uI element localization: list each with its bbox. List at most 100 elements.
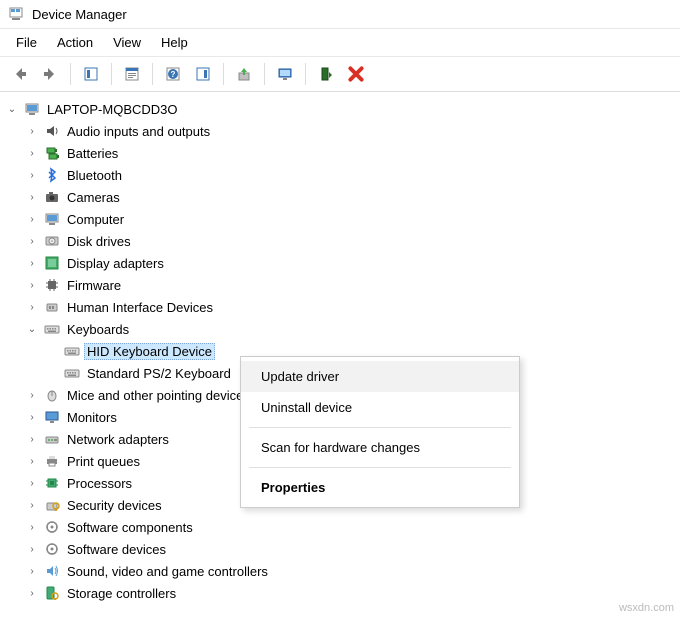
device-tree: ⌄ LAPTOP-MQBCDD3O ›Audio inputs and outp… xyxy=(0,92,680,610)
tree-root[interactable]: ⌄ LAPTOP-MQBCDD3O xyxy=(4,98,676,120)
tree-category[interactable]: › Bluetooth xyxy=(24,164,676,186)
expand-icon[interactable]: › xyxy=(24,390,40,401)
tree-category[interactable]: › Display adapters xyxy=(24,252,676,274)
sound-icon xyxy=(44,563,60,579)
show-hide-console-tree-button[interactable] xyxy=(77,61,105,87)
expand-icon[interactable]: › xyxy=(24,170,40,181)
expand-icon[interactable]: › xyxy=(24,192,40,203)
toolbar-separator xyxy=(111,63,112,85)
expand-icon[interactable]: › xyxy=(24,544,40,555)
tree-category[interactable]: ›Human Interface Devices xyxy=(24,296,676,318)
collapse-icon[interactable]: ⌄ xyxy=(24,324,40,335)
tree-category[interactable]: › Batteries xyxy=(24,142,676,164)
watermark: wsxdn.com xyxy=(619,602,674,614)
expand-icon[interactable]: › xyxy=(24,236,40,247)
tree-category[interactable]: ›Audio inputs and outputs xyxy=(24,120,676,142)
category-label: Bluetooth xyxy=(64,167,125,184)
computer-icon xyxy=(24,101,40,117)
context-menu-uninstall-device[interactable]: Uninstall device xyxy=(241,392,519,423)
network-icon xyxy=(44,431,60,447)
disk-icon xyxy=(44,233,60,249)
expand-icon[interactable]: › xyxy=(24,500,40,511)
expand-icon[interactable]: › xyxy=(24,214,40,225)
tree-category[interactable]: › Sound, video and game controllers xyxy=(24,560,676,582)
context-menu-properties[interactable]: Properties xyxy=(241,472,519,503)
properties-button[interactable] xyxy=(118,61,146,87)
expand-icon[interactable]: › xyxy=(24,302,40,313)
root-label: LAPTOP-MQBCDD3O xyxy=(44,101,181,118)
toolbar-separator xyxy=(152,63,153,85)
menu-action[interactable]: Action xyxy=(47,31,103,54)
expand-icon[interactable]: › xyxy=(24,126,40,137)
tree-category[interactable]: ›Cameras xyxy=(24,186,676,208)
keyboard-icon xyxy=(64,343,80,359)
expand-icon[interactable]: › xyxy=(24,280,40,291)
forward-button[interactable] xyxy=(36,61,64,87)
enable-device-button[interactable] xyxy=(312,61,340,87)
scan-hardware-button[interactable] xyxy=(271,61,299,87)
category-label: Display adapters xyxy=(64,255,167,272)
app-icon xyxy=(8,6,24,22)
expand-icon[interactable]: › xyxy=(24,456,40,467)
tree-category[interactable]: › Storage controllers xyxy=(24,582,676,604)
printer-icon xyxy=(44,453,60,469)
expand-icon[interactable]: › xyxy=(24,258,40,269)
expand-icon[interactable]: › xyxy=(24,588,40,599)
category-label: Mice and other pointing devices xyxy=(64,387,253,404)
category-label: Security devices xyxy=(64,497,165,514)
camera-icon xyxy=(44,189,60,205)
menu-file[interactable]: File xyxy=(6,31,47,54)
menu-help[interactable]: Help xyxy=(151,31,198,54)
title-bar: Device Manager xyxy=(0,0,680,29)
category-label: Storage controllers xyxy=(64,585,179,602)
tree-category[interactable]: ›Firmware xyxy=(24,274,676,296)
bluetooth-icon xyxy=(44,167,60,183)
update-driver-button[interactable] xyxy=(230,61,258,87)
category-label: Software devices xyxy=(64,541,169,558)
expand-icon[interactable]: › xyxy=(24,522,40,533)
category-label: Sound, video and game controllers xyxy=(64,563,271,580)
hid-icon xyxy=(44,299,60,315)
context-menu-scan-hardware[interactable]: Scan for hardware changes xyxy=(241,432,519,463)
tree-category[interactable]: › Software devices xyxy=(24,538,676,560)
expand-icon[interactable]: › xyxy=(24,566,40,577)
context-menu-update-driver[interactable]: Update driver xyxy=(241,361,519,392)
toolbar: ? xyxy=(0,57,680,92)
toolbar-separator xyxy=(223,63,224,85)
speaker-icon xyxy=(44,123,60,139)
device-label: HID Keyboard Device xyxy=(84,343,215,360)
keyboard-icon xyxy=(44,321,60,337)
back-button[interactable] xyxy=(6,61,34,87)
action-pane-button[interactable] xyxy=(189,61,217,87)
category-label: Monitors xyxy=(64,409,120,426)
expand-icon[interactable]: › xyxy=(24,434,40,445)
display-icon xyxy=(44,255,60,271)
battery-icon xyxy=(44,145,60,161)
collapse-icon[interactable]: ⌄ xyxy=(4,104,20,115)
toolbar-separator xyxy=(70,63,71,85)
monitor-icon xyxy=(44,409,60,425)
category-label: Disk drives xyxy=(64,233,134,250)
category-label: Keyboards xyxy=(64,321,132,338)
help-button[interactable]: ? xyxy=(159,61,187,87)
expand-icon[interactable]: › xyxy=(24,478,40,489)
menu-bar: File Action View Help xyxy=(0,29,680,57)
category-label: Batteries xyxy=(64,145,121,162)
toolbar-separator xyxy=(264,63,265,85)
toolbar-separator xyxy=(305,63,306,85)
expand-icon[interactable]: › xyxy=(24,148,40,159)
tree-category[interactable]: ›Software components xyxy=(24,516,676,538)
tree-category[interactable]: › Disk drives xyxy=(24,230,676,252)
tree-category[interactable]: ›Computer xyxy=(24,208,676,230)
category-label: Print queues xyxy=(64,453,143,470)
category-label: Processors xyxy=(64,475,135,492)
context-menu-separator xyxy=(249,427,511,428)
expand-icon[interactable]: › xyxy=(24,412,40,423)
context-menu-separator xyxy=(249,467,511,468)
category-label: Network adapters xyxy=(64,431,172,448)
software-icon xyxy=(44,519,60,535)
tree-category[interactable]: ⌄ Keyboards xyxy=(24,318,676,340)
menu-view[interactable]: View xyxy=(103,31,151,54)
uninstall-device-button[interactable] xyxy=(342,61,370,87)
security-icon xyxy=(44,497,60,513)
